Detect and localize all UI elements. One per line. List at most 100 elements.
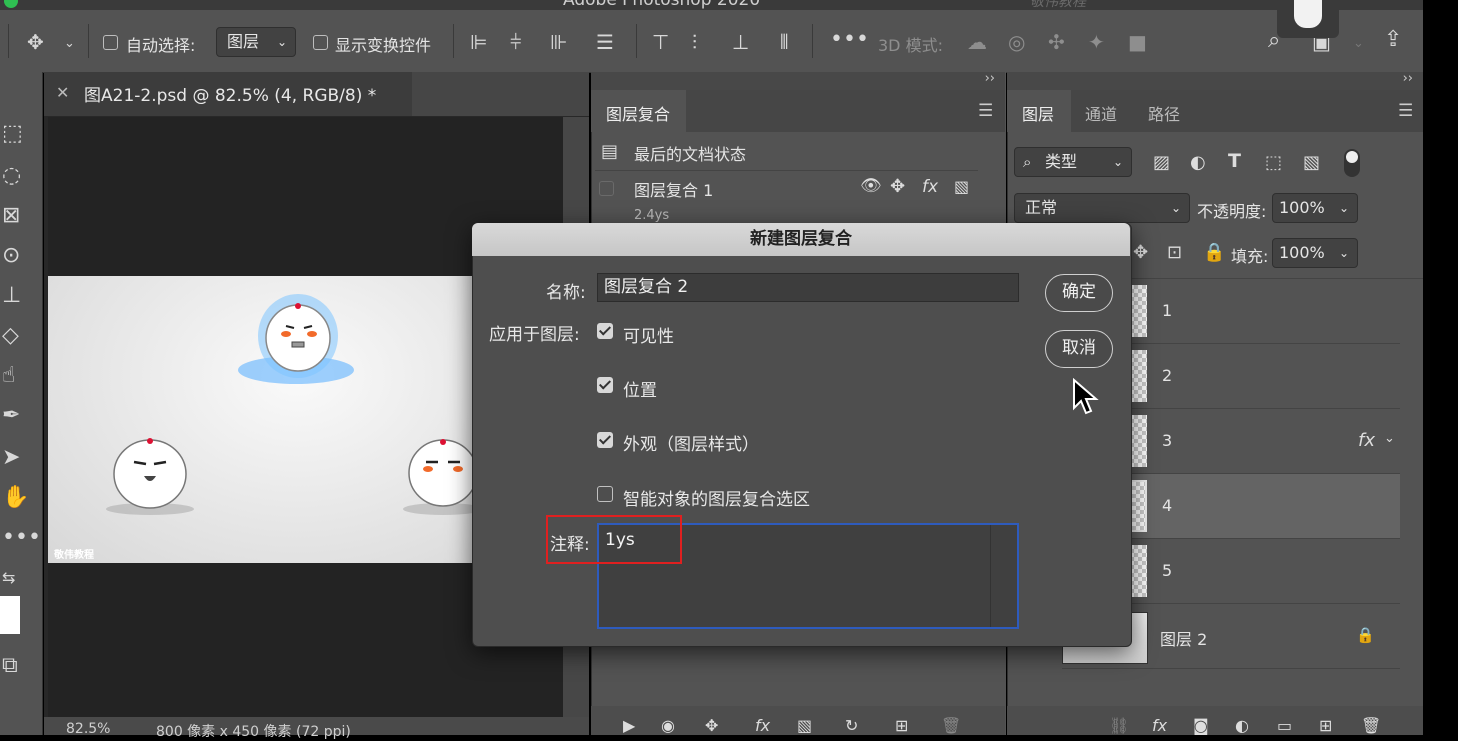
add-mask-icon[interactable]: ◙: [1193, 716, 1209, 735]
auto-select-checkbox[interactable]: [103, 35, 118, 50]
link-layers-icon[interactable]: ⛓: [1109, 716, 1129, 735]
panel-menu-icon[interactable]: ☰: [1398, 101, 1413, 121]
move-tool-icon[interactable]: ✥: [27, 32, 44, 52]
comp-apply-checkbox[interactable]: [599, 181, 614, 196]
roll-3d-icon[interactable]: ◎: [1008, 32, 1025, 52]
foreground-color-swatch[interactable]: [0, 596, 20, 634]
blend-mode-dropdown[interactable]: 正常 ⌄: [1014, 193, 1190, 223]
layer-row[interactable]: 5: [1130, 539, 1400, 604]
path-select-tool-icon[interactable]: ➤: [2, 447, 20, 469]
filter-toggle[interactable]: [1344, 149, 1360, 177]
new-layer-icon[interactable]: ⊞: [1319, 716, 1332, 735]
align-hcenter-icon[interactable]: ⫩: [510, 32, 521, 52]
quick-select-tool-icon[interactable]: ◌: [2, 165, 21, 187]
panel-collapse-bar[interactable]: ››: [591, 71, 1005, 90]
fx-icon[interactable]: fx: [922, 177, 938, 197]
new-comp-icon[interactable]: ⊞: [895, 716, 908, 735]
visibility-checkbox[interactable]: [597, 323, 613, 339]
collapse-icon[interactable]: ››: [985, 71, 995, 86]
align-left-icon[interactable]: ⊫: [470, 32, 487, 52]
chevron-down-icon: ⌄: [1170, 201, 1181, 215]
position-checkbox[interactable]: [597, 377, 613, 393]
lock-position-icon[interactable]: ✥: [1133, 242, 1148, 263]
layer-row[interactable]: 2: [1130, 344, 1400, 409]
screen-mode-icon[interactable]: ⧉: [2, 655, 18, 677]
pixel-filter-icon[interactable]: ▨: [1153, 152, 1170, 173]
fill-field[interactable]: 100% ⌄: [1272, 238, 1358, 268]
smart-object-toggle-icon[interactable]: ▧: [797, 716, 812, 735]
eye-icon[interactable]: 👁: [860, 176, 882, 196]
more-options-icon[interactable]: •••: [830, 29, 869, 51]
fx-icon[interactable]: fx: [1358, 430, 1375, 451]
smart-object-icon[interactable]: ▧: [954, 177, 969, 196]
smart-object-comp-checkbox[interactable]: [597, 486, 613, 502]
align-vcenter-icon[interactable]: ⫶: [692, 32, 697, 52]
apply-comp-icon[interactable]: ▶: [623, 716, 635, 735]
document-tab[interactable]: ✕ 图A21-2.psd @ 82.5% (4, RGB/8) *: [44, 72, 412, 116]
document-image[interactable]: 敬伟教程: [48, 276, 478, 563]
opacity-field[interactable]: 100% ⌄: [1272, 193, 1358, 223]
pen-tool-icon[interactable]: ✒: [2, 405, 20, 427]
lock-artboard-icon[interactable]: ⊡: [1167, 242, 1182, 263]
frame-tool-icon[interactable]: ⊠: [2, 205, 20, 227]
align-right-icon[interactable]: ⊪: [550, 32, 567, 52]
lock-all-icon[interactable]: 🔒: [1203, 242, 1225, 263]
align-bottom-icon[interactable]: ⊥: [732, 32, 749, 52]
eraser-tool-icon[interactable]: ◇: [2, 325, 19, 347]
distribute-horizontal-icon[interactable]: ⫴: [780, 32, 788, 52]
tab-layers-label[interactable]: 图层: [1022, 101, 1054, 125]
chevron-down-icon[interactable]: ⌄: [1384, 431, 1395, 446]
layer-row-selected[interactable]: 4: [1130, 474, 1400, 539]
position-toggle-icon[interactable]: ✥: [705, 716, 718, 735]
panel-collapse-bar[interactable]: ››: [1007, 71, 1423, 90]
new-group-icon[interactable]: ▭: [1277, 716, 1292, 735]
tab-channels[interactable]: 通道: [1085, 101, 1117, 125]
camera-3d-icon[interactable]: ■: [1128, 32, 1147, 52]
chevron-down-icon[interactable]: ⌄: [1353, 34, 1364, 54]
appearance-checkbox[interactable]: [597, 432, 613, 448]
panel-menu-icon[interactable]: ☰: [978, 101, 993, 121]
cancel-button[interactable]: 取消: [1045, 330, 1113, 368]
share-icon[interactable]: ⇪: [1384, 29, 1402, 51]
tab-layer-comps[interactable]: 图层复合: [591, 90, 686, 132]
chevron-down-icon[interactable]: ⌄: [64, 34, 75, 54]
marquee-tool-icon[interactable]: ⬚: [2, 123, 23, 145]
adjustment-filter-icon[interactable]: ◐: [1190, 152, 1206, 173]
textarea-scrollbar[interactable]: [990, 525, 991, 627]
spot-heal-tool-icon[interactable]: ⊙: [2, 245, 20, 267]
ok-button[interactable]: 确定: [1045, 274, 1113, 312]
shape-filter-icon[interactable]: ⬚: [1265, 152, 1282, 173]
slide-3d-icon[interactable]: ✦: [1088, 32, 1105, 52]
distribute-vertical-icon[interactable]: ☰: [596, 32, 614, 52]
swap-colors-icon[interactable]: ⇆: [2, 568, 15, 588]
auto-select-dropdown[interactable]: 图层 ⌄: [216, 27, 296, 57]
layer-row[interactable]: 3 fx ⌄: [1130, 409, 1400, 474]
orbit-3d-icon[interactable]: ☁: [967, 32, 987, 52]
move-icon[interactable]: ✥: [890, 176, 905, 197]
name-input[interactable]: 图层复合 2: [597, 273, 1019, 302]
stamp-tool-icon[interactable]: ⊥: [2, 285, 21, 307]
update-comp-icon[interactable]: ↻: [845, 716, 858, 735]
tab-paths[interactable]: 路径: [1148, 101, 1180, 125]
last-document-state-row[interactable]: 最后的文档状态: [634, 141, 746, 165]
visibility-toggle-icon[interactable]: ◉: [661, 716, 675, 735]
layer-comp-1-row[interactable]: 图层复合 1: [634, 177, 713, 201]
type-filter-icon[interactable]: T: [1228, 150, 1241, 172]
drag-3d-icon[interactable]: ✣: [1048, 32, 1065, 52]
appearance-toggle-icon[interactable]: fx: [755, 716, 770, 735]
layer-row[interactable]: 1: [1130, 279, 1400, 344]
close-tab-icon[interactable]: ✕: [56, 83, 69, 102]
trash-icon[interactable]: 🗑: [1361, 716, 1381, 735]
edit-toolbar-icon[interactable]: •••: [2, 527, 41, 549]
add-style-icon[interactable]: fx: [1152, 716, 1167, 735]
trash-icon[interactable]: 🗑: [941, 716, 961, 735]
smudge-tool-icon[interactable]: ☝: [2, 365, 15, 387]
adjustment-layer-icon[interactable]: ◐: [1235, 716, 1249, 735]
align-top-icon[interactable]: ⊤: [652, 32, 669, 52]
close-window-button[interactable]: [4, 0, 18, 8]
collapse-icon[interactable]: ››: [1403, 71, 1413, 86]
smart-object-filter-icon[interactable]: ▧: [1303, 152, 1320, 173]
hand-tool-icon[interactable]: ✋: [2, 487, 29, 509]
show-transform-checkbox[interactable]: [313, 35, 328, 50]
layer-filter-dropdown[interactable]: ⌕ 类型 ⌄: [1014, 147, 1132, 177]
